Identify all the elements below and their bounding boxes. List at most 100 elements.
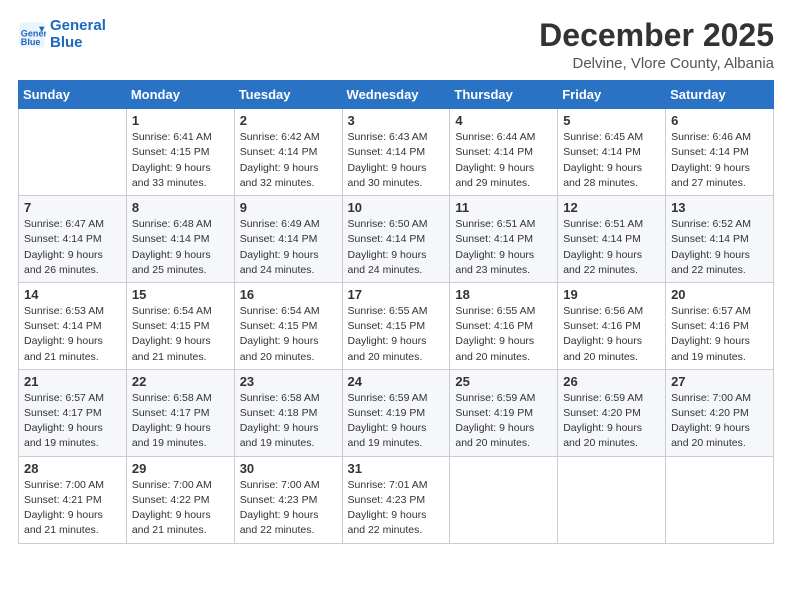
calendar-cell: 23 Sunrise: 6:58 AMSunset: 4:18 PMDayligh… <box>234 369 342 456</box>
day-number: 5 <box>563 113 660 128</box>
day-number: 29 <box>132 461 229 476</box>
calendar-table: SundayMondayTuesdayWednesdayThursdayFrid… <box>18 80 774 543</box>
subtitle: Delvine, Vlore County, Albania <box>539 55 774 72</box>
day-number: 1 <box>132 113 229 128</box>
calendar-cell: 27 Sunrise: 7:00 AMSunset: 4:20 PMDayligh… <box>666 369 774 456</box>
day-number: 14 <box>24 287 121 302</box>
day-number: 18 <box>455 287 552 302</box>
calendar-cell <box>666 456 774 543</box>
weekday-header-row: SundayMondayTuesdayWednesdayThursdayFrid… <box>19 81 774 109</box>
calendar-cell: 14Sunrise: 6:53 AMSunset: 4:14 PMDayligh… <box>19 282 127 369</box>
day-number: 26 <box>563 374 660 389</box>
day-info: Sunrise: 6:48 AMSunset: 4:14 PMDaylight:… <box>132 217 229 278</box>
day-info: Sunrise: 7:00 AMSunset: 4:22 PMDaylight:… <box>132 478 229 539</box>
day-info: Sunrise: 6:51 AMSunset: 4:14 PMDaylight:… <box>455 217 552 278</box>
day-number: 16 <box>240 287 337 302</box>
calendar-cell: 19 Sunrise: 6:56 AMSunset: 4:16 PMDayligh… <box>558 282 666 369</box>
day-number: 13 <box>671 200 768 215</box>
weekday-header-tuesday: Tuesday <box>234 81 342 109</box>
day-info: Sunrise: 6:47 AMSunset: 4:14 PMDaylight:… <box>24 217 121 278</box>
day-number: 4 <box>455 113 552 128</box>
day-info: Sunrise: 7:00 AMSunset: 4:21 PMDaylight:… <box>24 478 121 539</box>
calendar-cell: 10Sunrise: 6:50 AMSunset: 4:14 PMDayligh… <box>342 196 450 283</box>
calendar-week-row: 28 Sunrise: 7:00 AMSunset: 4:21 PMDayligh… <box>19 456 774 543</box>
day-number: 9 <box>240 200 337 215</box>
calendar-cell: 28 Sunrise: 7:00 AMSunset: 4:21 PMDayligh… <box>19 456 127 543</box>
day-info: Sunrise: 6:59 AMSunset: 4:19 PMDaylight:… <box>348 391 445 452</box>
calendar-cell: 15Sunrise: 6:54 AMSunset: 4:15 PMDayligh… <box>126 282 234 369</box>
day-info: Sunrise: 6:58 AMSunset: 4:17 PMDaylight:… <box>132 391 229 452</box>
calendar-cell <box>450 456 558 543</box>
day-number: 10 <box>348 200 445 215</box>
logo-text2: Blue <box>50 35 106 52</box>
day-info: Sunrise: 6:41 AMSunset: 4:15 PMDaylight:… <box>132 130 229 191</box>
header: General Blue General Blue December 2025 … <box>18 18 774 72</box>
calendar-cell: 18 Sunrise: 6:55 AMSunset: 4:16 PMDayligh… <box>450 282 558 369</box>
day-info: Sunrise: 6:54 AMSunset: 4:15 PMDaylight:… <box>132 304 229 365</box>
calendar-cell: 11 Sunrise: 6:51 AMSunset: 4:14 PMDayligh… <box>450 196 558 283</box>
day-info: Sunrise: 7:01 AMSunset: 4:23 PMDaylight:… <box>348 478 445 539</box>
calendar-cell: 16 Sunrise: 6:54 AMSunset: 4:15 PMDayligh… <box>234 282 342 369</box>
calendar-cell: 5Sunrise: 6:45 AMSunset: 4:14 PMDaylight… <box>558 109 666 196</box>
weekday-header-saturday: Saturday <box>666 81 774 109</box>
calendar-cell: 31Sunrise: 7:01 AMSunset: 4:23 PMDayligh… <box>342 456 450 543</box>
weekday-header-sunday: Sunday <box>19 81 127 109</box>
day-number: 24 <box>348 374 445 389</box>
day-number: 11 <box>455 200 552 215</box>
day-number: 7 <box>24 200 121 215</box>
day-info: Sunrise: 6:59 AMSunset: 4:20 PMDaylight:… <box>563 391 660 452</box>
calendar-cell: 7 Sunrise: 6:47 AMSunset: 4:14 PMDaylight… <box>19 196 127 283</box>
calendar-cell: 20 Sunrise: 6:57 AMSunset: 4:16 PMDayligh… <box>666 282 774 369</box>
day-info: Sunrise: 7:00 AMSunset: 4:23 PMDaylight:… <box>240 478 337 539</box>
day-info: Sunrise: 6:55 AMSunset: 4:15 PMDaylight:… <box>348 304 445 365</box>
day-info: Sunrise: 7:00 AMSunset: 4:20 PMDaylight:… <box>671 391 768 452</box>
calendar-cell: 4 Sunrise: 6:44 AMSunset: 4:14 PMDaylight… <box>450 109 558 196</box>
calendar-cell: 9 Sunrise: 6:49 AMSunset: 4:14 PMDaylight… <box>234 196 342 283</box>
calendar-cell: 13 Sunrise: 6:52 AMSunset: 4:14 PMDayligh… <box>666 196 774 283</box>
logo: General Blue General Blue <box>18 18 106 51</box>
day-info: Sunrise: 6:44 AMSunset: 4:14 PMDaylight:… <box>455 130 552 191</box>
day-info: Sunrise: 6:49 AMSunset: 4:14 PMDaylight:… <box>240 217 337 278</box>
day-number: 17 <box>348 287 445 302</box>
day-number: 25 <box>455 374 552 389</box>
calendar-cell: 22 Sunrise: 6:58 AMSunset: 4:17 PMDayligh… <box>126 369 234 456</box>
calendar-cell: 6 Sunrise: 6:46 AMSunset: 4:14 PMDaylight… <box>666 109 774 196</box>
weekday-header-friday: Friday <box>558 81 666 109</box>
day-number: 2 <box>240 113 337 128</box>
day-info: Sunrise: 6:52 AMSunset: 4:14 PMDaylight:… <box>671 217 768 278</box>
day-info: Sunrise: 6:54 AMSunset: 4:15 PMDaylight:… <box>240 304 337 365</box>
calendar-cell <box>558 456 666 543</box>
calendar-cell: 3Sunrise: 6:43 AMSunset: 4:14 PMDaylight… <box>342 109 450 196</box>
day-info: Sunrise: 6:46 AMSunset: 4:14 PMDaylight:… <box>671 130 768 191</box>
day-info: Sunrise: 6:57 AMSunset: 4:16 PMDaylight:… <box>671 304 768 365</box>
day-number: 3 <box>348 113 445 128</box>
day-number: 12 <box>563 200 660 215</box>
main-title: December 2025 <box>539 18 774 53</box>
calendar-cell: 25 Sunrise: 6:59 AMSunset: 4:19 PMDayligh… <box>450 369 558 456</box>
day-number: 6 <box>671 113 768 128</box>
calendar-cell: 1 Sunrise: 6:41 AMSunset: 4:15 PMDaylight… <box>126 109 234 196</box>
calendar-week-row: 7 Sunrise: 6:47 AMSunset: 4:14 PMDaylight… <box>19 196 774 283</box>
day-number: 27 <box>671 374 768 389</box>
day-number: 20 <box>671 287 768 302</box>
svg-text:Blue: Blue <box>21 36 41 46</box>
page: General Blue General Blue December 2025 … <box>0 0 792 612</box>
day-info: Sunrise: 6:59 AMSunset: 4:19 PMDaylight:… <box>455 391 552 452</box>
day-number: 28 <box>24 461 121 476</box>
calendar-cell <box>19 109 127 196</box>
weekday-header-thursday: Thursday <box>450 81 558 109</box>
day-number: 23 <box>240 374 337 389</box>
day-info: Sunrise: 6:58 AMSunset: 4:18 PMDaylight:… <box>240 391 337 452</box>
day-number: 30 <box>240 461 337 476</box>
day-info: Sunrise: 6:42 AMSunset: 4:14 PMDaylight:… <box>240 130 337 191</box>
calendar-cell: 2 Sunrise: 6:42 AMSunset: 4:14 PMDaylight… <box>234 109 342 196</box>
calendar-week-row: 14Sunrise: 6:53 AMSunset: 4:14 PMDayligh… <box>19 282 774 369</box>
title-block: December 2025 Delvine, Vlore County, Alb… <box>539 18 774 72</box>
day-info: Sunrise: 6:56 AMSunset: 4:16 PMDaylight:… <box>563 304 660 365</box>
day-info: Sunrise: 6:55 AMSunset: 4:16 PMDaylight:… <box>455 304 552 365</box>
day-number: 22 <box>132 374 229 389</box>
calendar-cell: 29 Sunrise: 7:00 AMSunset: 4:22 PMDayligh… <box>126 456 234 543</box>
day-number: 19 <box>563 287 660 302</box>
weekday-header-monday: Monday <box>126 81 234 109</box>
day-number: 8 <box>132 200 229 215</box>
